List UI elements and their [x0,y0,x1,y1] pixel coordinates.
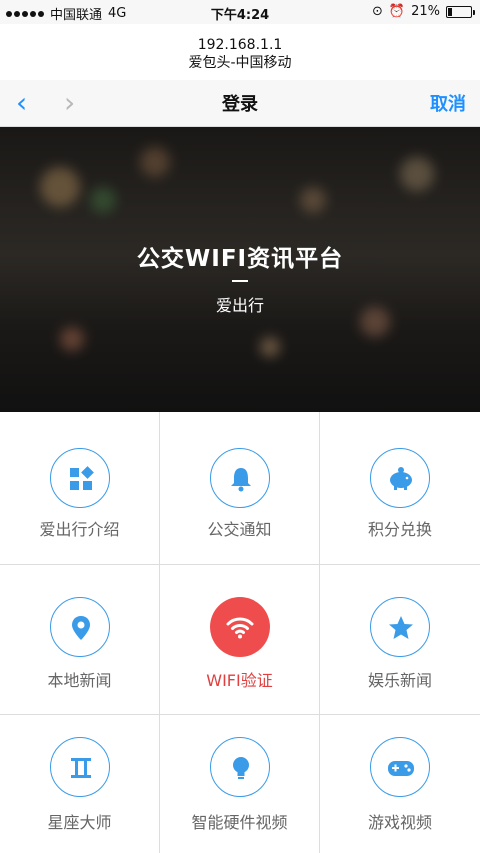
apps-icon [49,448,110,508]
grid-label: 娱乐新闻 [367,671,432,690]
address-host: 192.168.1.1 [197,37,283,53]
grid-item-entertainment[interactable]: 娱乐新闻 [320,565,480,715]
grid-label: 本地新闻 [47,671,112,690]
rotation-lock-icon: ⊙ [372,4,383,19]
grid-item-bus-notice[interactable]: 公交通知 [160,412,320,565]
grid-item-intro[interactable]: 爱出行介绍 [0,412,160,565]
grid-item-horoscope[interactable]: 星座大师 [0,715,160,853]
grid-label: 积分兑换 [367,520,432,539]
battery-percent: 21% [411,4,440,19]
grid-label: 公交通知 [207,520,272,539]
grid-item-hardware-video[interactable]: 智能硬件视频 [160,715,320,853]
lightbulb-icon [209,737,270,797]
address-site: 爱包头-中国移动 [188,55,292,71]
grid-label: WIFI验证 [206,671,273,690]
grid-item-game-video[interactable]: 游戏视频 [320,715,480,853]
battery-icon [446,5,475,18]
banner-title: 公交WIFI资讯平台 [136,246,344,272]
page-title: 登录 [222,94,258,115]
grid-label: 智能硬件视频 [191,813,288,832]
star-icon [370,597,430,657]
bell-icon [209,448,270,508]
banner-divider [232,280,248,282]
grid-item-points[interactable]: 积分兑换 [320,412,480,565]
gemini-icon [49,737,110,797]
grid-item-local-news[interactable]: 本地新闻 [0,565,160,715]
grid-item-wifi-verify[interactable]: WIFI验证 [160,565,320,715]
navigation-bar: ‹ › 登录 取消 [0,80,480,127]
grid-label: 爱出行介绍 [39,520,120,539]
alarm-icon: ⏰ [388,4,406,19]
address-bar[interactable]: 192.168.1.1 爱包头-中国移动 [0,36,480,72]
gamepad-icon [370,737,430,797]
grid-label: 游戏视频 [367,813,432,832]
wifi-icon [209,597,270,657]
banner-subtitle: 爱出行 [215,296,264,315]
location-pin-icon [49,597,110,657]
status-bar: 中国联通 4G 下午4:24 ⊙ ⏰ 21% [0,0,480,24]
menu-grid: 爱出行介绍 公交通知 积分兑换 本地新闻 WIFI验证 娱乐新闻 星座大师 智能… [0,412,480,853]
piggy-bank-icon [370,448,430,508]
cancel-button[interactable]: 取消 [430,90,466,116]
grid-label: 星座大师 [47,813,112,832]
banner-image: 公交WIFI资讯平台 爱出行 [0,127,480,412]
